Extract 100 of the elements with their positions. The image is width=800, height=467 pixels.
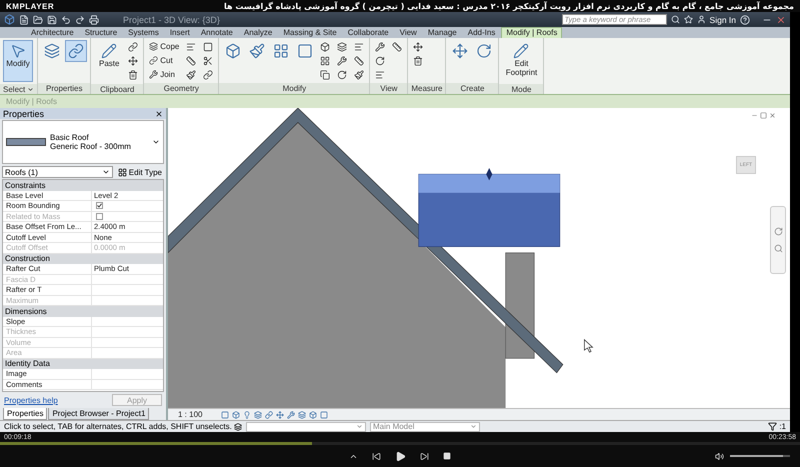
tool-button[interactable] [373,40,388,53]
view-control-icon[interactable] [265,410,273,418]
app-logo-icon[interactable] [4,14,15,25]
close-icon[interactable] [155,110,163,118]
star-icon[interactable] [684,15,693,24]
tool-button[interactable] [126,54,140,67]
view-control-icon[interactable] [243,410,251,418]
design-option-dropdown[interactable]: Main Model [370,422,480,432]
view-control-icon[interactable] [287,410,295,418]
seek-bar[interactable] [0,442,800,445]
brush-icon [249,43,266,59]
tool-button[interactable] [184,54,198,67]
ribbon-tab[interactable]: Modify | Roofs [501,27,562,38]
tool-button[interactable] [201,68,216,81]
ribbon-tab[interactable]: Insert [164,27,195,38]
wrench-icon [149,70,158,79]
status-message: Click to select, TAB for alternates, CTRL adds, SHIFT unselects. [4,422,230,431]
ribbon-tab[interactable]: Architecture [26,27,79,38]
filter-icon[interactable] [768,422,778,431]
panel-tab[interactable]: Properties [3,408,48,420]
panel-title: Clipboard [91,84,144,94]
restore-icon[interactable] [760,112,767,119]
next-icon[interactable] [420,452,429,460]
tool-button[interactable] [352,54,366,67]
view-control-icon[interactable] [254,410,262,418]
play-icon[interactable] [395,450,406,462]
stop-icon[interactable] [443,452,451,460]
group-header[interactable]: Construction [3,254,163,264]
toolbar-icon[interactable] [61,14,71,24]
move-icon [413,42,424,52]
tool-button[interactable]: Edit Footprint [502,40,540,82]
panel-tab[interactable]: Project Browser - Project1 [48,408,150,420]
checkbox[interactable] [96,202,103,209]
filter-dropdown[interactable]: Roofs (1) [2,166,113,178]
tool-button[interactable] [352,68,366,81]
tool-button[interactable] [184,68,198,81]
group-header[interactable]: Dimensions [3,306,163,316]
edit-type-button[interactable]: Edit Type [116,166,164,178]
ruler-icon [354,56,364,66]
ribbon-tab[interactable]: Analyze [238,27,278,38]
ruler-icon [392,42,402,52]
tool-button[interactable]: Cope [147,40,182,53]
rotate-icon [337,70,348,80]
toolbar-icon[interactable] [75,14,85,24]
rotate-icon [375,56,386,66]
ribbon-tab[interactable]: Systems [123,27,164,38]
user-icon [696,15,706,24]
volume-icon[interactable] [715,452,724,460]
view-control-icon[interactable] [232,410,240,418]
ribbon-tab[interactable]: Structure [80,27,122,38]
tool-button[interactable] [411,40,426,53]
toolbar-icon[interactable] [89,14,99,24]
help-link[interactable]: Properties help [4,396,58,404]
tool-icon [513,43,530,59]
group-header[interactable]: Constraints [3,180,163,190]
sign-in-link[interactable]: Sign In [710,14,736,24]
trash-icon [413,56,424,66]
tool-button[interactable] [390,40,404,53]
group-header[interactable]: Identity Data [3,358,163,369]
type-selector[interactable]: Basic Roof Generic Roof - 300mm [2,120,164,164]
tool-button[interactable] [335,54,350,67]
grid-icon [273,43,290,59]
worksets-icon[interactable] [234,422,242,430]
panel-title: Create [446,83,498,94]
ribbon-tab[interactable]: View [394,27,422,38]
link-icon [128,42,138,52]
wrench-icon [337,56,348,66]
panel-title: Mode [499,84,544,94]
ribbon-tab[interactable]: Annotate [196,27,238,38]
previous-icon[interactable] [372,452,381,460]
tool-button[interactable] [335,40,350,53]
ribbon-tab[interactable]: Manage [422,27,462,38]
view-control-icon[interactable] [276,410,284,418]
selected-roof-drawing[interactable] [418,168,560,247]
tool-button[interactable] [318,68,332,81]
view-control-icon[interactable] [298,410,306,418]
toolbar-icon[interactable] [19,14,29,24]
toolbar-icon[interactable] [47,14,57,24]
ribbon-tab[interactable]: Add-Ins [462,27,500,38]
view-scale[interactable]: 1 : 100 [178,410,218,419]
tool-button[interactable]: Join [147,68,182,81]
tool-button[interactable]: Cut [147,54,182,67]
search-icon[interactable] [670,15,680,24]
caret-icon [102,168,110,176]
tool-button[interactable]: Paste [94,40,124,82]
view-control-icon[interactable] [221,410,229,418]
tool-icon [10,43,26,59]
view-control-icon[interactable] [320,410,328,418]
tool-button[interactable]: Modify [3,40,33,82]
panel-title: Modify [219,83,370,94]
align-icon [375,70,386,80]
caret-icon[interactable] [152,138,160,146]
tool-button[interactable] [126,40,140,53]
help-icon[interactable] [740,14,750,24]
ribbon-tab[interactable]: Massing & Site [278,27,342,38]
view-control-icon[interactable] [309,410,317,418]
layers-icon [149,42,158,51]
toolbar-icon[interactable] [33,14,43,24]
ruler-icon [186,56,196,66]
ribbon-tab[interactable]: Collaborate [342,27,394,38]
